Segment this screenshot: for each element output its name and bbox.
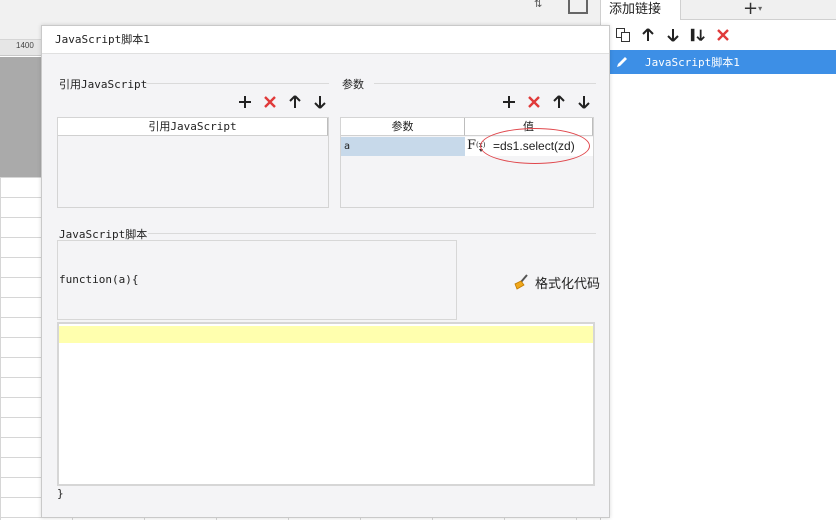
ref-js-column-header[interactable]: 引用JavaScript	[58, 118, 328, 136]
javascript-dialog: JavaScript脚本1 引用JavaScript 引用JavaScript …	[41, 25, 610, 518]
arrow-up-icon	[642, 28, 654, 41]
arrow-up-icon	[289, 95, 301, 108]
chevron-down-icon: ▾	[758, 4, 763, 13]
arrow-down-icon	[578, 96, 590, 109]
param-name-column-header[interactable]: 参数	[341, 118, 465, 136]
link-item-label: JavaScript脚本1	[645, 56, 740, 69]
hyperlink-panel: 添加链接 +▾ JavaScript脚本1	[600, 0, 836, 520]
move-to-bottom-icon	[690, 28, 705, 42]
params-section-title: 参数	[342, 78, 364, 91]
annotation-ellipse	[480, 128, 590, 164]
current-line-highlight	[59, 326, 593, 343]
arrow-up-icon	[553, 95, 565, 108]
pencil-icon	[617, 57, 627, 67]
tab-add-link[interactable]: 添加链接	[601, 0, 681, 20]
ref-js-toolbar	[237, 94, 328, 110]
ref-js-section-title: 引用JavaScript	[59, 78, 148, 91]
panel-toolbar	[601, 20, 836, 50]
plus-icon	[239, 96, 251, 108]
function-closing-brace: }	[57, 487, 64, 500]
delete-x-icon	[528, 96, 540, 108]
copy-button[interactable]	[615, 27, 631, 43]
ruler-value: 1400	[16, 41, 34, 50]
sort-icon[interactable]: ⇅	[534, 0, 548, 10]
param-move-up-button[interactable]	[551, 94, 567, 110]
script-editor[interactable]	[57, 322, 595, 486]
section-divider	[148, 233, 596, 234]
format-code-button[interactable]: 格式化代码	[513, 272, 600, 292]
move-up-button[interactable]	[640, 27, 656, 43]
params-toolbar	[501, 94, 592, 110]
grid-layout-icon[interactable]	[568, 0, 588, 14]
param-delete-button[interactable]	[526, 94, 542, 110]
panel-tabs: 添加链接	[601, 0, 836, 20]
plus-icon: +	[743, 0, 759, 19]
function-signature: function(a){	[59, 273, 139, 286]
add-link-button[interactable]: +▾	[743, 0, 762, 20]
format-code-label: 格式化代码	[535, 276, 601, 292]
section-divider	[374, 83, 596, 84]
fx-icon: F	[467, 138, 477, 153]
delete-x-icon	[264, 96, 276, 108]
delete-x-icon	[717, 29, 729, 41]
spreadsheet-gray-area	[0, 57, 42, 177]
ref-js-table[interactable]: 引用JavaScript	[57, 117, 329, 208]
section-divider	[146, 83, 329, 84]
plus-icon	[503, 96, 515, 108]
delete-button[interactable]	[715, 27, 731, 43]
ref-delete-button[interactable]	[262, 94, 278, 110]
move-down-button[interactable]	[665, 27, 681, 43]
param-move-down-button[interactable]	[576, 94, 592, 110]
ref-move-up-button[interactable]	[287, 94, 303, 110]
function-signature-area: function(a){	[57, 240, 457, 320]
ref-add-button[interactable]	[237, 94, 253, 110]
arrow-down-icon	[314, 96, 326, 109]
arrow-down-icon	[667, 29, 679, 42]
ref-move-down-button[interactable]	[312, 94, 328, 110]
move-bottom-button[interactable]	[690, 27, 706, 43]
dialog-title: JavaScript脚本1	[42, 26, 609, 54]
copy-icon	[616, 28, 630, 42]
param-add-button[interactable]	[501, 94, 517, 110]
broom-icon	[514, 274, 528, 290]
param-name-cell[interactable]: a	[341, 137, 465, 156]
link-list-item[interactable]: JavaScript脚本1	[601, 50, 836, 74]
